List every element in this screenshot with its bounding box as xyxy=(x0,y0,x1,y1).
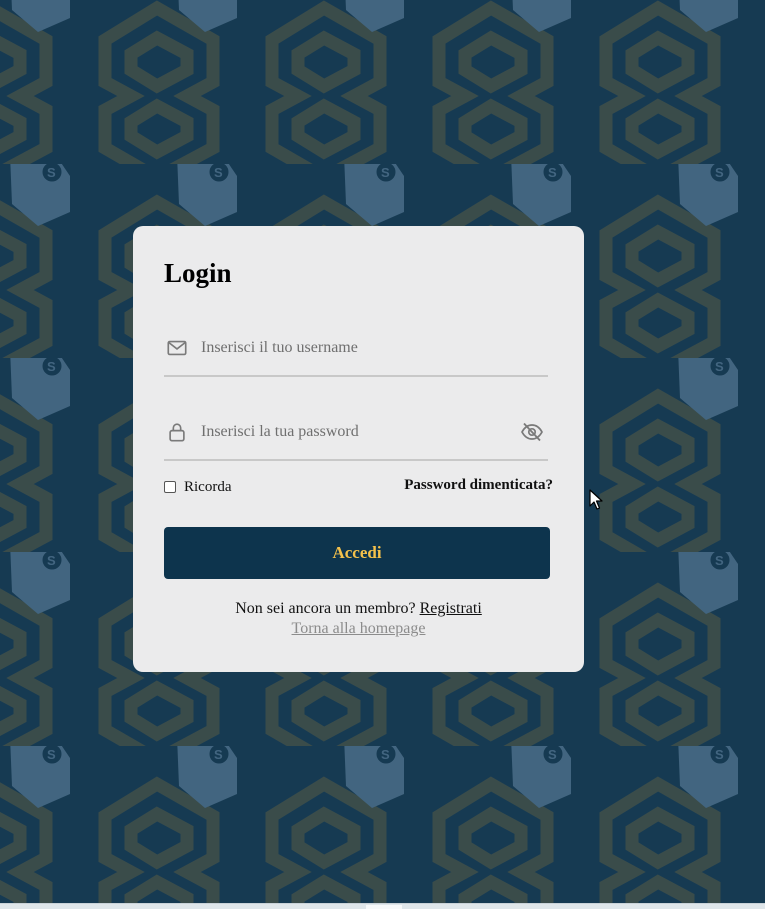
login-title: Login xyxy=(164,258,232,288)
eye-off-icon[interactable] xyxy=(520,420,544,444)
register-link[interactable]: Registrati xyxy=(420,600,482,617)
remember-me[interactable]: Ricorda xyxy=(164,478,231,496)
password-field xyxy=(164,411,548,461)
password-input[interactable] xyxy=(201,419,501,445)
homepage-link-row: Torna alla homepage xyxy=(133,620,584,638)
scrollbar-thumb[interactable] xyxy=(366,905,402,909)
horizontal-scrollbar[interactable] xyxy=(0,903,765,909)
signup-prompt: Non sei ancora un membro? Registrati xyxy=(133,600,584,618)
username-field xyxy=(164,327,548,377)
back-to-homepage-link[interactable]: Torna alla homepage xyxy=(292,620,426,637)
username-input[interactable] xyxy=(201,335,501,361)
remember-label: Ricorda xyxy=(184,478,232,495)
lock-icon xyxy=(169,423,185,442)
mail-icon xyxy=(167,340,187,356)
signup-prompt-text: Non sei ancora un membro? xyxy=(235,600,416,617)
remember-checkbox[interactable] xyxy=(164,481,176,493)
forgot-password-link[interactable]: Password dimenticata? xyxy=(404,477,553,494)
login-button[interactable]: Accedi xyxy=(164,527,550,579)
mouse-cursor-icon xyxy=(589,489,603,510)
login-card: Login Ricorda Password dimenticata? Acce… xyxy=(133,226,584,672)
